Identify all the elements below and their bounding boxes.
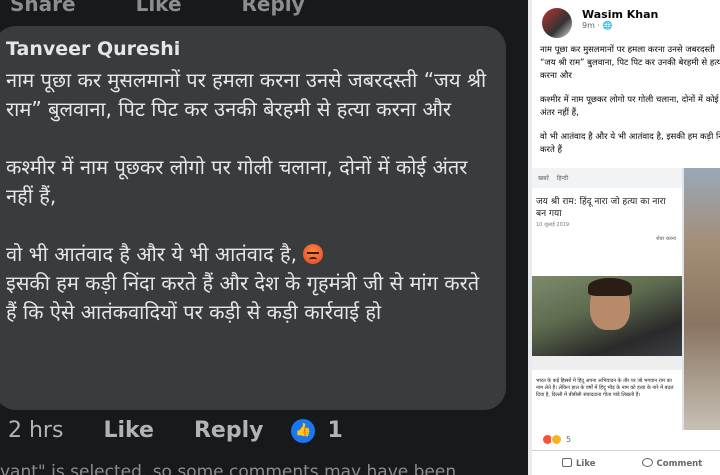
article-bar-item: खबरें — [538, 175, 549, 182]
shared-article-image[interactable]: खबरें हिन्दी जय श्री राम: हिंदू नारा जो … — [532, 168, 720, 430]
comment-line: वो भी आतंवाद है और ये भी आतंवाद है, — [6, 242, 297, 266]
previous-comment-actions: Share Like Reply — [10, 0, 305, 16]
thumbs-up-icon[interactable]: 👍 — [291, 418, 316, 443]
post-header: Wasim Khan 9m · 🌐 — [542, 8, 658, 38]
post-like-button[interactable]: Like — [562, 458, 596, 469]
article-browser-bar: खबरें हिन्दी — [532, 168, 682, 188]
post-time-text: 9m · — [582, 21, 603, 30]
share-link-cut[interactable]: Share — [10, 0, 76, 16]
article-photo — [532, 276, 682, 356]
comment-paragraph: कश्मीर में नाम पूछकर लोगो पर गोली चलाना,… — [6, 155, 468, 208]
post-time[interactable]: 9m · 🌐 — [582, 21, 658, 30]
comment-time[interactable]: 2 hrs — [8, 418, 63, 443]
comment-bubble: Tanveer Qureshi नाम पूछा कर मुसलमानों पर… — [0, 26, 506, 410]
reply-button[interactable]: Reply — [194, 418, 264, 443]
comment-screenshot: Share Like Reply Tanveer Qureshi नाम पूछ… — [0, 0, 528, 475]
like-button[interactable]: Like — [103, 418, 154, 443]
post-card: Wasim Khan 9m · 🌐 नाम पूछा कर मुसलमानों … — [532, 0, 720, 475]
side-photo — [684, 168, 720, 430]
article-screenshot: खबरें हिन्दी जय श्री राम: हिंदू नारा जो … — [532, 168, 682, 430]
post-comment-button[interactable]: Comment — [641, 458, 703, 469]
filter-notice: vant" is selected, so some comments may … — [0, 462, 457, 475]
like-count[interactable]: 1 — [327, 418, 342, 443]
comment-author[interactable]: Tanveer Qureshi — [6, 38, 492, 60]
post-paragraph: वो भी आतंवाद है और ये भी आतंवाद है, इसकी… — [540, 132, 720, 155]
globe-icon: 🌐 — [602, 21, 613, 30]
avatar[interactable] — [542, 8, 572, 38]
like-link-cut[interactable]: Like — [136, 0, 182, 16]
thumbs-up-icon — [562, 458, 572, 467]
reaction-summary[interactable]: 5 — [542, 434, 571, 445]
sad-reaction-icon — [551, 434, 562, 445]
post-actions: Like Comment — [562, 458, 702, 469]
reaction-count: 5 — [566, 435, 572, 444]
article-caption — [532, 356, 682, 370]
comment-body: नाम पूछा कर मुसलमानों पर हमला करना उनसे … — [6, 66, 492, 327]
comment-actions: 2 hrs Like Reply 👍 1 — [8, 418, 343, 443]
post-author[interactable]: Wasim Khan — [582, 8, 658, 21]
facebook-post-screenshot: Wasim Khan 9m · 🌐 नाम पूछा कर मुसलमानों … — [528, 0, 720, 475]
post-paragraph: कश्मीर में नाम पूछकर लोगो पर गोली चलाना,… — [540, 95, 719, 118]
article-share: शेयर करना — [656, 236, 676, 242]
divider — [532, 450, 720, 451]
post-like-label: Like — [576, 459, 596, 469]
reply-link-cut[interactable]: Reply — [242, 0, 305, 16]
comment-paragraph: वो भी आतंवाद है और ये भी आतंवाद है, — [6, 240, 492, 269]
article-title: जय श्री राम: हिंदू नारा जो हत्या का नारा… — [536, 197, 666, 219]
article-text: भारत के कई हिस्सों में हिंदू अपना अभिवाद… — [536, 378, 674, 398]
post-paragraph: नाम पूछा कर मुसलमानों पर हमला करना उनसे … — [540, 45, 720, 81]
comment-paragraph: नाम पूछा कर मुसलमानों पर हमला करना उनसे … — [6, 68, 487, 121]
angry-emoji-icon — [303, 244, 324, 264]
comment-paragraph: इसकी हम कड़ी निंदा करते हैं और देश के गृ… — [6, 271, 480, 324]
post-text: नाम पूछा कर मुसलमानों पर हमला करना उनसे … — [540, 44, 720, 168]
comment-icon — [641, 458, 653, 467]
post-comment-label: Comment — [656, 459, 703, 469]
person-hair — [588, 278, 632, 296]
article-bar-item: हिन्दी — [556, 175, 569, 182]
